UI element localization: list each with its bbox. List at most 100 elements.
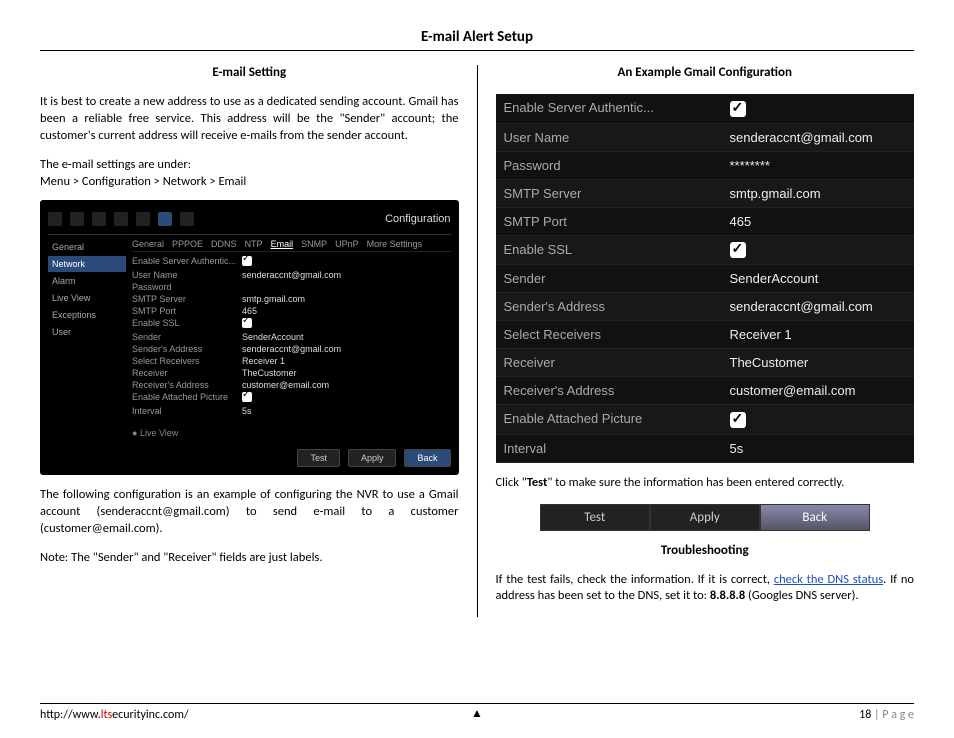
config-screenshot: Configuration GeneralNetworkAlarmLive Vi…: [40, 200, 459, 475]
kv-value: 5s: [242, 406, 252, 416]
kv-value: smtp.gmail.com: [242, 294, 305, 304]
kv-key: SMTP Server: [132, 294, 242, 304]
tab-email[interactable]: Email: [271, 239, 294, 249]
config-key: SMTP Server: [496, 180, 722, 207]
title-rule: [40, 50, 914, 51]
checkbox-icon[interactable]: [242, 392, 252, 402]
config-row: Sender's Addresssenderaccnt@gmail.com: [496, 293, 915, 321]
back-button[interactable]: Back: [760, 504, 870, 531]
checkbox-icon[interactable]: [730, 242, 746, 258]
footer-url-a: http://www.: [40, 708, 101, 722]
test-button[interactable]: Test: [540, 504, 650, 531]
checkbox-icon[interactable]: [730, 412, 746, 428]
kv-key: Interval: [132, 406, 242, 416]
kv-key: Select Receivers: [132, 356, 242, 366]
config-value: [722, 236, 915, 265]
sidebar-item-user[interactable]: User: [48, 324, 126, 340]
click-test-b: Test: [527, 475, 548, 490]
kv-row: Interval5s: [132, 406, 451, 416]
checkbox-icon[interactable]: [242, 256, 252, 266]
config-value: TheCustomer: [722, 349, 915, 376]
config-key: Interval: [496, 435, 722, 462]
kv-row: SenderSenderAccount: [132, 332, 451, 342]
kv-key: Receiver: [132, 368, 242, 378]
sidebar-item-network[interactable]: Network: [48, 256, 126, 272]
tab-upnp[interactable]: UPnP: [335, 239, 359, 249]
tab-general[interactable]: General: [132, 239, 164, 249]
config-label: Configuration: [385, 213, 450, 225]
kv-key: SMTP Port: [132, 306, 242, 316]
config-row: Receiver's Addresscustomer@email.com: [496, 377, 915, 405]
kv-value: senderaccnt@gmail.com: [242, 270, 341, 280]
kv-row: ReceiverTheCustomer: [132, 368, 451, 378]
tools-icon: [180, 212, 194, 226]
kv-key: User Name: [132, 270, 242, 280]
config-row: Interval5s: [496, 435, 915, 463]
kv-row: Receiver's Addresscustomer@email.com: [132, 380, 451, 390]
config-row: Enable Server Authentic...: [496, 94, 915, 124]
kv-row: Enable Attached Picture: [132, 392, 451, 404]
kv-key: Receiver's Address: [132, 380, 242, 390]
ts-d: (Googles DNS server).: [745, 588, 858, 603]
page-footer: http://www.ltsecurityinc.com/ ▲ 18 | P a…: [40, 703, 914, 722]
sidebar-item-live-view[interactable]: Live View: [48, 290, 126, 306]
kv-row: Enable Server Authentic...: [132, 256, 451, 268]
tab-ntp[interactable]: NTP: [245, 239, 263, 249]
record-icon: [92, 212, 106, 226]
kv-row: SMTP Serversmtp.gmail.com: [132, 294, 451, 304]
tab-pppoe[interactable]: PPPOE: [172, 239, 203, 249]
play-icon: [48, 212, 62, 226]
tabs: General PPPOE DDNS NTP Email SNMP UPnP More Set…: [132, 239, 451, 252]
config-value: ********: [722, 152, 915, 179]
shot-test-button[interactable]: Test: [297, 449, 340, 467]
config-key: Select Receivers: [496, 321, 722, 348]
config-icon: [158, 212, 172, 226]
live-view-label: Live View: [140, 428, 178, 438]
config-key: Receiver: [496, 349, 722, 376]
sidebar-item-alarm[interactable]: Alarm: [48, 273, 126, 289]
left-p3: The following configuration is an exampl…: [40, 487, 459, 538]
shot-back-button[interactable]: Back: [404, 449, 450, 467]
config-value: customer@email.com: [722, 377, 915, 404]
tab-snmp[interactable]: SNMP: [301, 239, 327, 249]
tab-ddns[interactable]: DDNS: [211, 239, 237, 249]
config-row: SMTP Serversmtp.gmail.com: [496, 180, 915, 208]
config-key: Receiver's Address: [496, 377, 722, 404]
kv-value: Receiver 1: [242, 356, 285, 366]
config-row: Password********: [496, 152, 915, 180]
sidebar: GeneralNetworkAlarmLive ViewExceptionsUs…: [48, 239, 126, 439]
checkbox-icon[interactable]: [730, 101, 746, 117]
kv-value: [242, 318, 252, 330]
sidebar-item-general[interactable]: General: [48, 239, 126, 255]
config-value: [722, 405, 915, 434]
config-key: Sender: [496, 265, 722, 292]
kv-row: User Namesenderaccnt@gmail.com: [132, 270, 451, 280]
config-row: User Namesenderaccnt@gmail.com: [496, 124, 915, 152]
ts-dns: 8.8.8.8: [710, 588, 745, 603]
shot-apply-button[interactable]: Apply: [348, 449, 397, 467]
troubleshooting-heading: Troubleshooting: [496, 543, 915, 558]
kv-row: Enable SSL: [132, 318, 451, 330]
config-value: [722, 94, 915, 123]
checkbox-icon[interactable]: [242, 318, 252, 328]
button-bar: Test Apply Back: [540, 504, 870, 531]
config-key: User Name: [496, 124, 722, 151]
hdd-icon: [114, 212, 128, 226]
dns-status-link[interactable]: check the DNS status: [774, 572, 883, 587]
kv-key: Enable SSL: [132, 318, 242, 330]
config-row: Enable Attached Picture: [496, 405, 915, 435]
tab-more-settings[interactable]: More Settings: [367, 239, 423, 249]
config-row: SenderSenderAccount: [496, 265, 915, 293]
kv-value: SenderAccount: [242, 332, 304, 342]
config-value: senderaccnt@gmail.com: [722, 293, 915, 320]
sidebar-item-exceptions[interactable]: Exceptions: [48, 307, 126, 323]
export-icon: [70, 212, 84, 226]
apply-button[interactable]: Apply: [650, 504, 760, 531]
config-value: SenderAccount: [722, 265, 915, 292]
config-key: Sender's Address: [496, 293, 722, 320]
click-test-a: Click ": [496, 475, 527, 490]
kv-value: [242, 256, 252, 268]
camera-icon: [136, 212, 150, 226]
config-key: Enable SSL: [496, 236, 722, 265]
kv-value: senderaccnt@gmail.com: [242, 344, 341, 354]
